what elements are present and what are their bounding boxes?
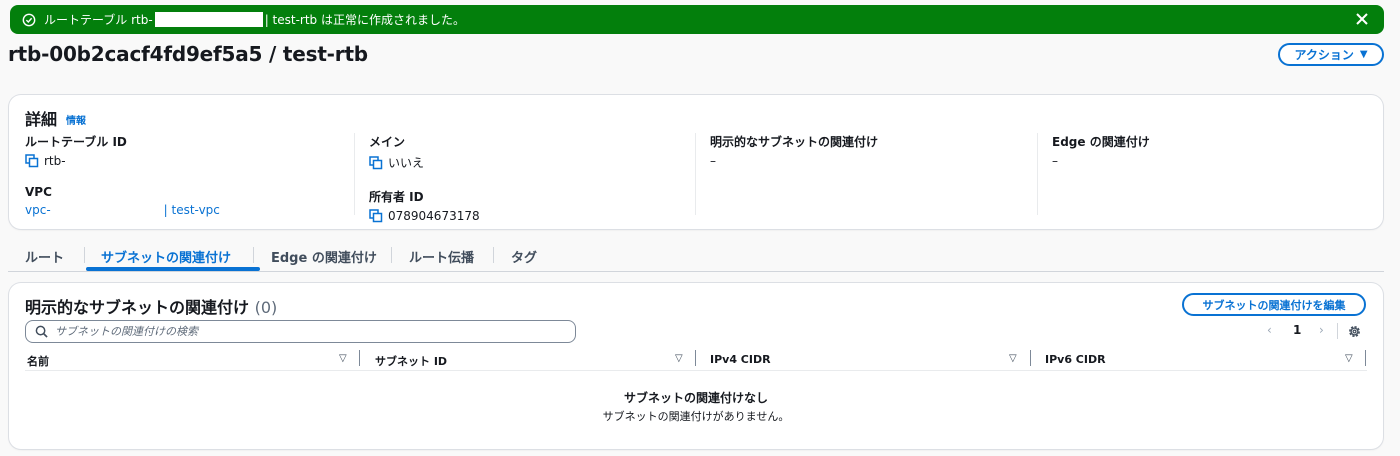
empty-state-title: サブネットの関連付けなし: [623, 391, 768, 405]
copy-icon[interactable]: [369, 209, 383, 223]
copy-icon[interactable]: [369, 155, 383, 170]
column-header-ipv6-cidr[interactable]: IPv6 CIDR: [1045, 353, 1106, 366]
sort-icon[interactable]: ▽: [675, 353, 683, 364]
sort-icon[interactable]: ▽: [1009, 353, 1017, 364]
gear-icon[interactable]: [1347, 324, 1362, 339]
actions-button-label: アクション: [1294, 48, 1354, 62]
details-panel: 詳細 情報 ルートテーブル ID rtb- VPC vpc- | test-vp…: [9, 95, 1383, 229]
tab-routes[interactable]: ルート: [25, 247, 64, 266]
flash-message-prefix: ルートテーブル rtb-: [44, 13, 153, 27]
tab-divider: [391, 247, 392, 263]
associations-heading: 明示的なサブネットの関連付け (0): [25, 294, 277, 318]
owner-id-value: 078904673178: [369, 209, 694, 223]
caret-down-icon: ▼: [1359, 49, 1368, 60]
active-tab-indicator: [86, 267, 260, 271]
redacted-block: [154, 12, 263, 27]
search-input[interactable]: [55, 325, 535, 338]
edge-assoc-value: –: [1052, 154, 1058, 168]
copy-icon[interactable]: [25, 154, 39, 168]
explicit-subnet-value: –: [710, 154, 716, 168]
column-divider[interactable]: [695, 350, 696, 366]
details-col-4: Edge の関連付け –: [1037, 133, 1367, 215]
owner-id-label: 所有者 ID: [369, 190, 424, 204]
vpc-value[interactable]: vpc- | test-vpc: [25, 203, 345, 217]
previous-page-icon[interactable]: ‹: [1267, 323, 1272, 337]
associations-count: (0): [254, 298, 278, 317]
route-table-id-value: rtb-: [25, 154, 345, 168]
vpc-name-link[interactable]: | test-vpc: [164, 203, 220, 217]
info-link[interactable]: 情報: [66, 112, 86, 127]
column-header-subnet-id[interactable]: サブネット ID: [375, 353, 447, 369]
column-header-name[interactable]: 名前: [27, 353, 49, 369]
route-table-id-label: ルートテーブル ID: [25, 135, 127, 149]
tab-edge-associations[interactable]: Edge の関連付け: [271, 247, 377, 266]
details-title: 詳細: [25, 110, 58, 129]
tab-divider: [253, 247, 254, 263]
route-table-id-text: rtb-: [44, 154, 66, 168]
details-col-1: ルートテーブル ID rtb- VPC vpc- | test-vpc: [25, 133, 345, 217]
column-header-ipv4-cidr[interactable]: IPv4 CIDR: [710, 353, 771, 366]
search-icon: [35, 325, 48, 338]
column-divider[interactable]: [359, 350, 360, 366]
tab-route-propagation[interactable]: ルート伝播: [409, 247, 474, 266]
table-header: 名前 ▽ サブネット ID ▽ IPv4 CIDR ▽ IPv6 CIDR ▽: [25, 349, 1367, 371]
owner-id-text: 078904673178: [388, 209, 480, 223]
tab-divider: [493, 247, 494, 263]
tab-bar: ルート サブネットの関連付け Edge の関連付け ルート伝播 タグ: [8, 240, 1384, 272]
tab-subnet-associations[interactable]: サブネットの関連付け: [101, 247, 231, 266]
success-check-icon: [22, 13, 36, 26]
current-page-number[interactable]: 1: [1293, 323, 1301, 337]
tab-divider: [84, 247, 85, 263]
main-value: いいえ: [369, 154, 694, 171]
edge-assoc-label: Edge の関連付け: [1052, 135, 1150, 149]
next-page-icon[interactable]: ›: [1319, 323, 1324, 337]
tab-tags[interactable]: タグ: [511, 247, 537, 266]
success-flashbar: ルートテーブル rtb- | test-rtb は正常に作成されました。: [10, 5, 1384, 34]
close-icon[interactable]: [1354, 11, 1370, 27]
column-divider[interactable]: [1030, 350, 1031, 366]
main-text: いいえ: [388, 156, 425, 170]
main-label: メイン: [369, 135, 406, 149]
empty-state-text: サブネットの関連付けがありません。: [602, 410, 790, 423]
column-divider[interactable]: [1365, 350, 1366, 366]
flash-message-suffix: | test-rtb は正常に作成されました。: [264, 13, 465, 27]
actions-button[interactable]: アクション ▼: [1278, 43, 1384, 66]
flash-message: ルートテーブル rtb- | test-rtb は正常に作成されました。: [44, 11, 465, 28]
page-title: rtb-00b2cacf4fd9ef5a5 / test-rtb: [8, 42, 368, 66]
pager-divider: [1337, 323, 1338, 339]
details-col-2: メイン いいえ 所有者 ID 078904673178: [354, 133, 694, 223]
sort-icon[interactable]: ▽: [1345, 353, 1353, 364]
explicit-subnet-label: 明示的なサブネットの関連付け: [710, 135, 879, 149]
details-col-3: 明示的なサブネットの関連付け –: [695, 133, 1035, 215]
associations-title: 明示的なサブネットの関連付け: [25, 298, 250, 317]
vpc-label: VPC: [25, 185, 52, 199]
search-field[interactable]: [25, 320, 576, 343]
edit-subnet-associations-button[interactable]: サブネットの関連付けを編集: [1182, 293, 1366, 316]
vpc-id-link[interactable]: vpc-: [25, 203, 51, 217]
subnet-associations-panel: 明示的なサブネットの関連付け (0) サブネットの関連付けを編集 ‹ 1 › 名…: [9, 283, 1383, 449]
sort-icon[interactable]: ▽: [339, 353, 347, 364]
